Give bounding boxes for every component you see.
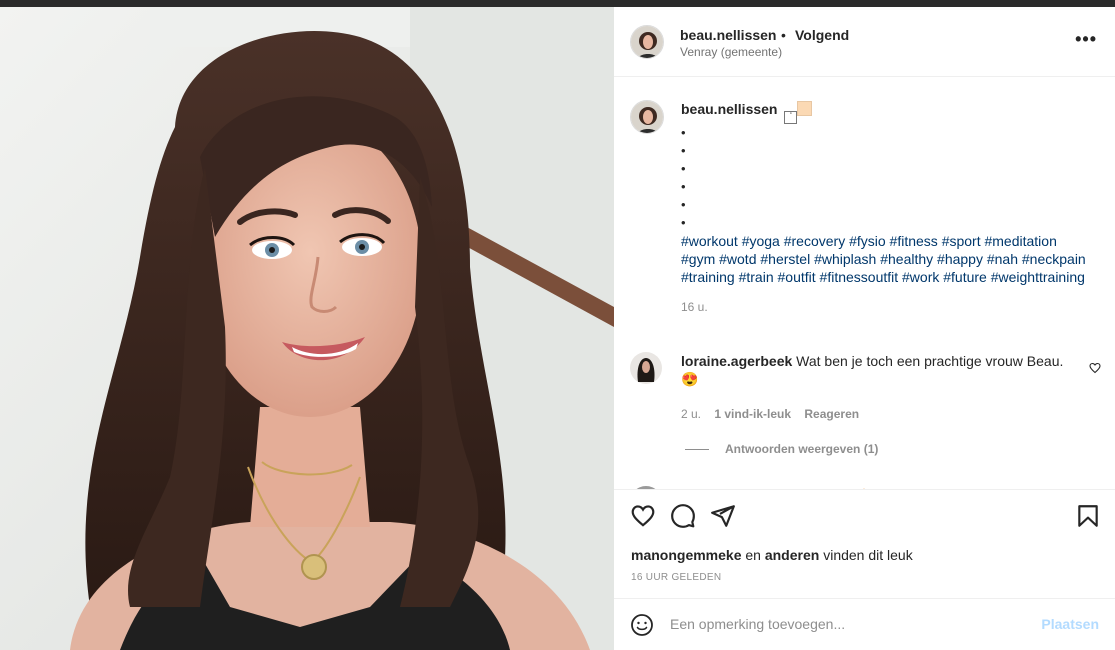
author-username[interactable]: beau.nellissen: [680, 27, 776, 43]
post-caption: beau.nellissen ▫ #workout #yoga #recover…: [681, 100, 1091, 316]
view-replies-button[interactable]: Antwoorden weergeven (1): [685, 442, 878, 456]
comment-body: loraine.agerbeek Wat ben je toch een pra…: [681, 352, 1081, 388]
caption-hashtags[interactable]: #workout #yoga #recovery #fysio #fitness…: [681, 232, 1091, 286]
likes-summary: manongemmeke en anderen vinden dit leuk: [631, 547, 913, 563]
likes-connector: en: [745, 547, 761, 563]
bullet-line: [681, 214, 1091, 232]
comment-time[interactable]: 2 u.: [681, 407, 701, 421]
separator-dot: •: [781, 27, 786, 43]
next-comment-cut-off: [630, 482, 1090, 489]
post-location[interactable]: Venray (gemeente): [680, 45, 782, 59]
more-options-icon[interactable]: •••: [1075, 29, 1097, 50]
likes-user[interactable]: manongemmeke: [631, 547, 741, 563]
like-icon[interactable]: [630, 503, 656, 529]
comment-input[interactable]: [670, 611, 1030, 637]
comments-panel[interactable]: beau.nellissen ▫ #workout #yoga #recover…: [614, 78, 1115, 490]
post-comment-button[interactable]: Plaatsen: [1041, 616, 1099, 632]
commenter-avatar[interactable]: [630, 352, 662, 384]
comment-author[interactable]: loraine.agerbeek: [681, 353, 792, 369]
reply-button[interactable]: Reageren: [804, 407, 859, 421]
caption-bullet-list: [681, 124, 1091, 232]
following-button[interactable]: Volgend: [795, 27, 849, 43]
bullet-line: [681, 178, 1091, 196]
save-icon[interactable]: [1075, 503, 1101, 529]
add-comment-bar: Plaatsen: [614, 598, 1115, 650]
bullet-line: [681, 142, 1091, 160]
portrait-image: [0, 7, 614, 650]
caption-avatar[interactable]: [630, 100, 664, 134]
post-actions-bar: [614, 491, 1115, 539]
share-icon[interactable]: [710, 503, 736, 529]
replies-divider: [685, 449, 709, 451]
caption-time[interactable]: 16 u.: [681, 298, 1091, 316]
author-avatar[interactable]: [630, 25, 664, 59]
comment-meta: 2 u. 1 vind-ik-leuk Reageren: [681, 407, 869, 421]
unrendered-emoji-glyph: ▫: [784, 111, 798, 124]
post-timestamp[interactable]: 16 UUR GELEDEN: [631, 572, 721, 583]
likes-suffix: vinden dit leuk: [823, 547, 913, 563]
browser-top-strip: [0, 0, 1115, 7]
view-replies-label: Antwoorden weergeven (1): [725, 442, 879, 456]
comment-icon[interactable]: [670, 503, 696, 529]
post-photo[interactable]: [0, 7, 614, 650]
bullet-line: [681, 124, 1091, 142]
emoji-icon[interactable]: [630, 613, 654, 642]
heart-small-icon[interactable]: [1089, 361, 1101, 379]
caption-author[interactable]: beau.nellissen: [681, 101, 777, 117]
bullet-line: [681, 160, 1091, 178]
peach-emoji-icon: [797, 101, 813, 116]
bullet-line: [681, 196, 1091, 214]
post-sidebar: beau.nellissen • Volgend Venray (gemeent…: [614, 7, 1115, 650]
likes-others[interactable]: anderen: [765, 547, 819, 563]
comment-likes[interactable]: 1 vind-ik-leuk: [714, 407, 791, 421]
post-header: beau.nellissen • Volgend Venray (gemeent…: [614, 7, 1115, 77]
